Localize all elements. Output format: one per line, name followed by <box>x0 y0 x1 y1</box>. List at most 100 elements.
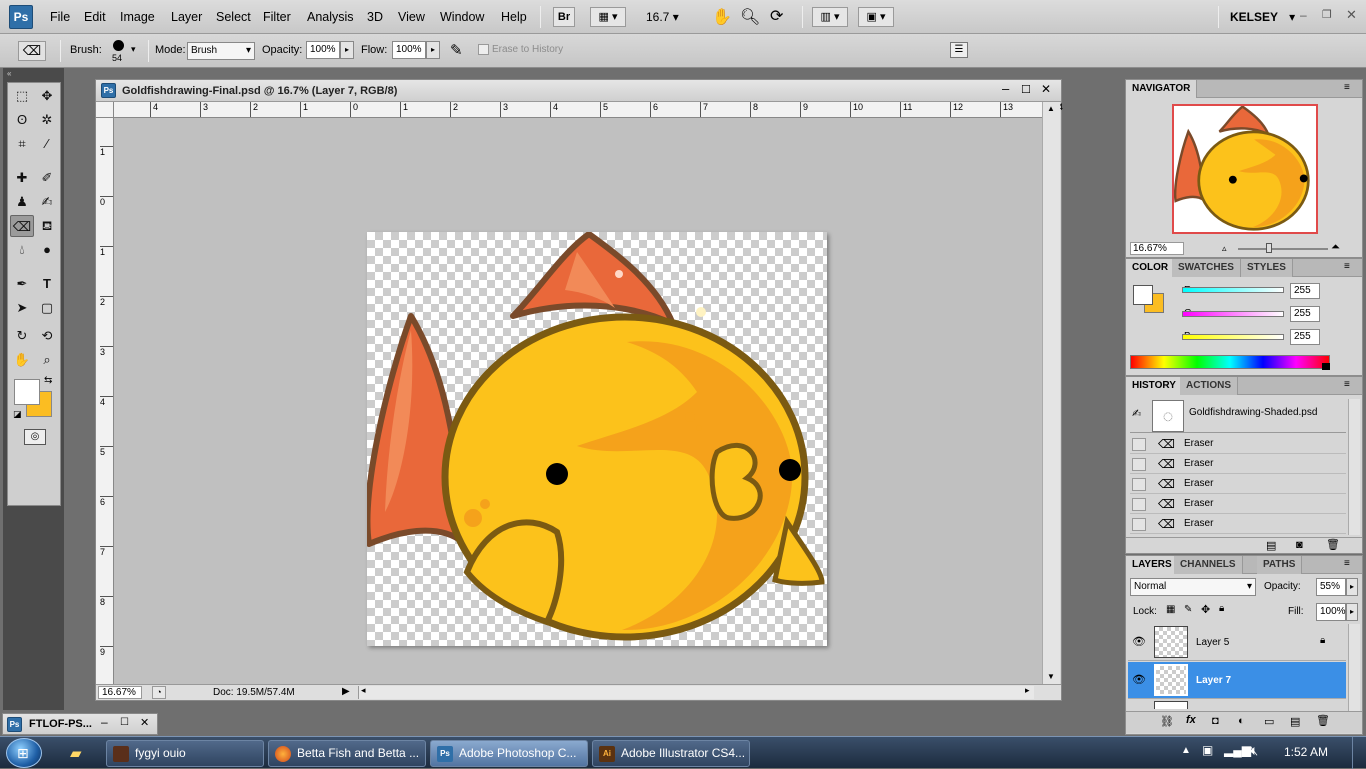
tab-history[interactable]: HISTORY <box>1126 377 1183 395</box>
fill-slider-button[interactable]: ▸ <box>1346 603 1358 621</box>
zoom-in-icon[interactable]: ⏶ <box>1331 241 1340 254</box>
maximize-document-icon[interactable]: ☐ <box>120 717 129 728</box>
start-button[interactable]: ⊞ <box>6 738 42 768</box>
magic-wand-tool-icon[interactable]: ✲ <box>35 109 59 131</box>
adjustment-layer-icon[interactable]: ◐ <box>1238 715 1245 727</box>
history-source-box[interactable] <box>1132 478 1146 491</box>
new-layer-icon[interactable]: ▤ <box>1290 715 1300 728</box>
3d-orbit-tool-icon[interactable]: ⟲ <box>35 325 59 347</box>
close-document-icon[interactable]: ✕ <box>1041 82 1051 96</box>
vertical-ruler[interactable]: 1 0 1 2 3 4 5 6 7 8 9 <box>96 118 114 686</box>
lock-position-icon[interactable]: ✥ <box>1201 603 1210 616</box>
screen-mode-button[interactable]: ▣ ▾ <box>858 7 894 27</box>
layer-row[interactable]: 👁︎ Layer 5 🔒︎ <box>1128 624 1346 661</box>
menu-select[interactable]: Select <box>216 10 251 24</box>
trash-icon[interactable]: 🗑︎ <box>1326 538 1340 551</box>
history-source-box[interactable] <box>1132 518 1146 531</box>
color-spectrum-bar[interactable] <box>1130 355 1330 369</box>
3d-rotate-tool-icon[interactable]: ↻ <box>10 325 34 347</box>
show-desktop-button[interactable] <box>1352 737 1366 769</box>
history-source-box[interactable] <box>1132 458 1146 471</box>
scroll-left-icon[interactable]: ◂ <box>361 685 366 696</box>
rotate-view-icon[interactable]: ⟳ <box>770 6 783 26</box>
link-layers-icon[interactable]: ⛓ <box>1160 715 1174 728</box>
slider-thumb[interactable] <box>1266 243 1272 253</box>
hand-tool-icon[interactable]: ✋ <box>10 349 34 371</box>
minimize-app-icon[interactable]: – <box>1300 8 1307 22</box>
menu-file[interactable]: File <box>50 10 70 24</box>
history-brush-tool-icon[interactable]: ✍ <box>35 191 59 213</box>
history-item[interactable]: ⌫ Eraser <box>1130 494 1346 514</box>
new-group-icon[interactable]: ▭ <box>1264 715 1274 728</box>
brush-tool-icon[interactable]: ✐ <box>35 167 59 189</box>
tool-preset-picker[interactable]: ⌫ <box>18 41 46 61</box>
clock[interactable]: 1:52 AM <box>1284 745 1328 759</box>
minimized-document-window[interactable]: Ps FTLOF-PS... – ☐ ✕ <box>2 713 158 735</box>
panel-toggle-icon[interactable]: ☰ <box>950 42 968 58</box>
menu-window[interactable]: Window <box>440 10 484 24</box>
channel-b-input[interactable]: 255 <box>1290 329 1320 345</box>
eyedropper-tool-icon[interactable]: ⁄ <box>35 133 59 155</box>
menu-analysis[interactable]: Analysis <box>307 10 354 24</box>
taskbar-item[interactable]: Betta Fish and Betta ... <box>268 740 426 767</box>
close-app-icon[interactable]: ✕ <box>1346 7 1357 23</box>
new-document-from-state-icon[interactable]: ▤ <box>1266 539 1276 552</box>
minimize-document-icon[interactable]: – <box>101 715 108 729</box>
navigator-preview[interactable] <box>1172 104 1318 234</box>
lock-all-icon[interactable]: 🔒︎ <box>1219 603 1224 614</box>
taskbar-item-active[interactable]: Ps Adobe Photoshop C... <box>430 740 588 767</box>
tray-expand-icon[interactable]: ▲ <box>1181 745 1191 756</box>
panel-menu-icon[interactable]: ≡ <box>1344 379 1350 390</box>
vertical-scrollbar[interactable]: ▲ ▼ <box>1042 102 1060 686</box>
navigator-zoom-field[interactable]: 16.67% <box>1130 242 1184 255</box>
lock-image-icon[interactable]: ✎ <box>1184 604 1192 615</box>
menu-layer[interactable]: Layer <box>171 10 202 24</box>
swap-colors-icon[interactable]: ⇆ <box>44 375 52 386</box>
menu-view[interactable]: View <box>398 10 425 24</box>
scroll-down-icon[interactable]: ▼ <box>1047 672 1055 681</box>
panel-menu-icon[interactable]: ≡ <box>1344 82 1350 93</box>
tab-styles[interactable]: STYLES <box>1241 259 1293 277</box>
layers-scrollbar[interactable] <box>1348 624 1360 712</box>
show-desktop-icon[interactable]: ▰ <box>70 744 82 762</box>
taskbar-item[interactable]: Ai Adobe Illustrator CS4... <box>592 740 750 767</box>
document-canvas[interactable] <box>364 231 827 646</box>
eraser-tool-icon[interactable]: ⌫ <box>10 215 34 237</box>
tab-swatches[interactable]: SWATCHES <box>1172 259 1241 277</box>
history-scrollbar[interactable] <box>1348 399 1360 535</box>
taskbar-item[interactable]: fygyi ouio <box>106 740 264 767</box>
history-source-box[interactable] <box>1132 498 1146 511</box>
fill-input[interactable]: 100% <box>1316 603 1346 621</box>
lock-transparency-icon[interactable]: ▦ <box>1166 604 1175 615</box>
panel-menu-icon[interactable]: ≡ <box>1344 558 1350 569</box>
quick-mask-icon[interactable]: ◎ <box>24 429 46 445</box>
brush-picker[interactable]: 54 ▾ <box>110 39 140 65</box>
extras-dropdown[interactable]: ▦ ▾ <box>590 7 626 27</box>
status-info-icon[interactable]: ◔ <box>152 686 166 699</box>
pen-tool-icon[interactable]: ✒ <box>10 273 34 295</box>
crop-tool-icon[interactable]: ⌗ <box>10 133 34 155</box>
opacity-input[interactable]: 100% <box>306 41 340 59</box>
channel-r-input[interactable]: 255 <box>1290 283 1320 299</box>
tab-navigator[interactable]: NAVIGATOR <box>1126 80 1198 98</box>
tab-channels[interactable]: CHANNELS <box>1174 556 1243 574</box>
layer-mask-icon[interactable]: ◘ <box>1212 715 1219 727</box>
scroll-up-icon[interactable]: ▲ <box>1047 104 1055 113</box>
arrange-documents-button[interactable]: ▥ ▾ <box>812 7 848 27</box>
ruler-origin[interactable] <box>96 102 114 118</box>
erase-history-checkbox[interactable] <box>478 44 489 55</box>
path-selection-tool-icon[interactable]: ➤ <box>10 297 34 319</box>
tray-device-icon[interactable]: ▣ <box>1202 743 1213 757</box>
opacity-slider-button[interactable]: ▸ <box>340 41 354 59</box>
healing-brush-tool-icon[interactable]: ✚ <box>10 167 34 189</box>
paint-bucket-tool-icon[interactable]: ⛾ <box>35 215 59 237</box>
history-brush-source-icon[interactable]: ✍ <box>1132 407 1141 420</box>
eye-icon[interactable]: 👁︎ <box>1132 635 1146 648</box>
photoshop-logo[interactable]: Ps <box>9 5 33 29</box>
zoom-level-dropdown[interactable]: 16.7 ▾ <box>646 10 679 24</box>
history-item[interactable]: ⌫ Eraser <box>1130 474 1346 494</box>
zoom-status-field[interactable]: 16.67% <box>98 686 142 699</box>
channel-g-input[interactable]: 255 <box>1290 306 1320 322</box>
history-item[interactable]: ⌫ Eraser <box>1130 514 1346 534</box>
zoom-out-icon[interactable]: ▵ <box>1222 243 1227 254</box>
